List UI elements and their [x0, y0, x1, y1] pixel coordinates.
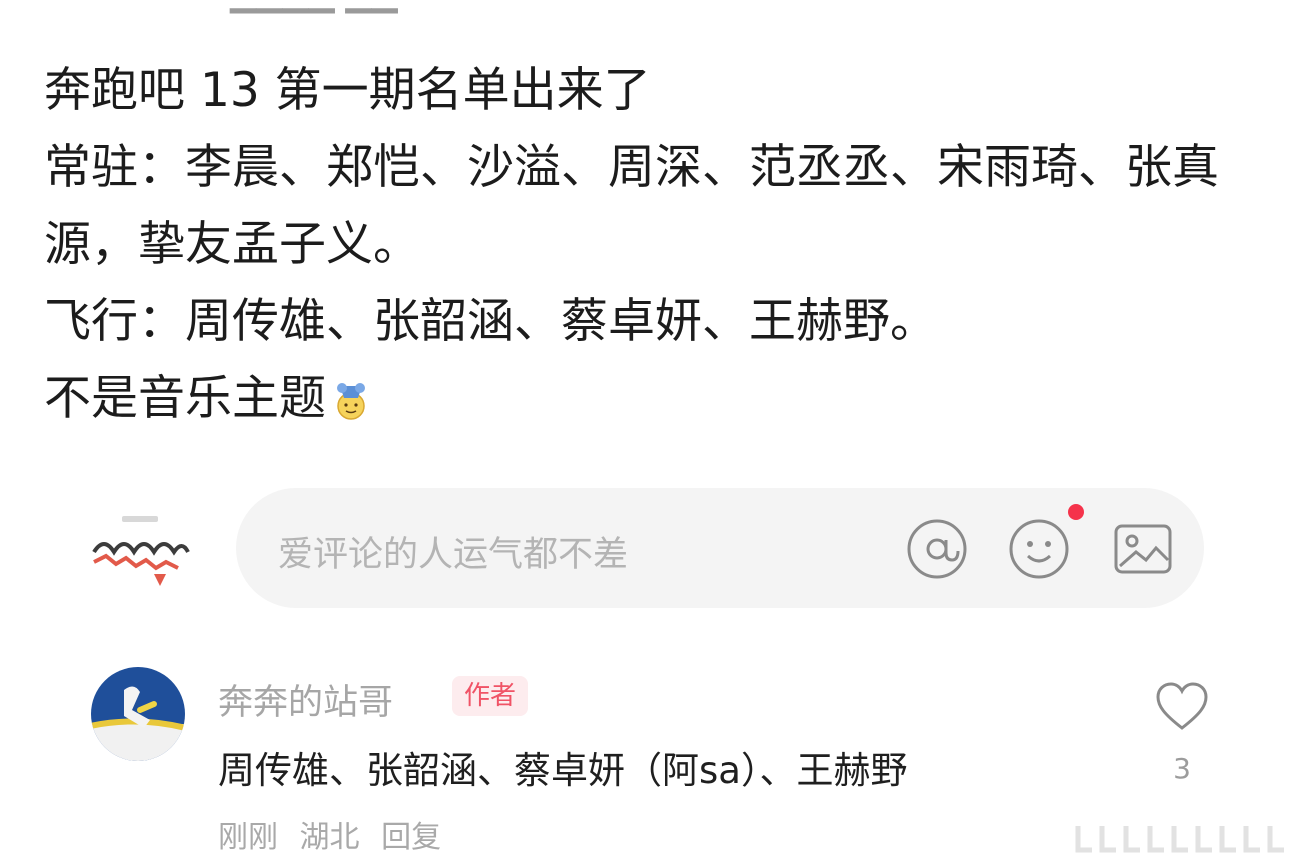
- current-user-thumbnail[interactable]: [88, 508, 192, 592]
- comment-text: 周传雄、张韶涵、蔡卓妍（阿sa）、王赫野: [218, 749, 908, 792]
- comment-input-box[interactable]: 爱评论的人运气都不差: [236, 488, 1204, 608]
- image-icon[interactable]: [1112, 518, 1174, 580]
- post-theme-text: 不是音乐主题: [44, 371, 326, 426]
- comment-input-row: 爱评论的人运气都不差: [0, 488, 1300, 608]
- watermark-icon: [1075, 826, 1284, 853]
- post-flying-text: 飞行：周传雄、张韶涵、蔡卓妍、王赫野。: [44, 294, 937, 349]
- reply-button[interactable]: 回复: [381, 820, 441, 855]
- smile-icon[interactable]: [1008, 518, 1070, 580]
- heart-icon[interactable]: [1154, 680, 1210, 734]
- cropped-header-text: ▁▁▁▁ ▁▁: [230, 0, 398, 14]
- post-body: 奔跑吧 13 第一期名单出来了 常驻：李晨、郑恺、沙溢、周深、范丞丞、宋雨琦、张…: [44, 52, 1269, 437]
- post-title-line: 奔跑吧 13 第一期名单出来了: [44, 63, 651, 118]
- like-count: 3: [1173, 752, 1191, 785]
- author-badge: 作者: [452, 676, 529, 716]
- comment-meta: 刚刚 湖北 回复: [218, 812, 453, 856]
- commenter-avatar[interactable]: [90, 666, 186, 762]
- post-theme-line: 不是音乐主题: [44, 360, 1269, 437]
- commenter-name[interactable]: 奔奔的站哥: [218, 674, 393, 725]
- post-flying-line: 飞行：周传雄、张韶涵、蔡卓妍、王赫野。: [44, 283, 1269, 360]
- comment-location: 湖北: [299, 820, 360, 855]
- comment-input-placeholder[interactable]: 爱评论的人运气都不差: [278, 526, 628, 577]
- notification-dot: [1068, 504, 1084, 520]
- doge-emoji-icon: [337, 383, 365, 420]
- comment-time: 刚刚: [218, 820, 278, 855]
- post-regulars-line: 常驻：李晨、郑恺、沙溢、周深、范丞丞、宋雨琦、张真源，挚友孟子义。: [44, 140, 1219, 272]
- at-icon[interactable]: [906, 518, 968, 580]
